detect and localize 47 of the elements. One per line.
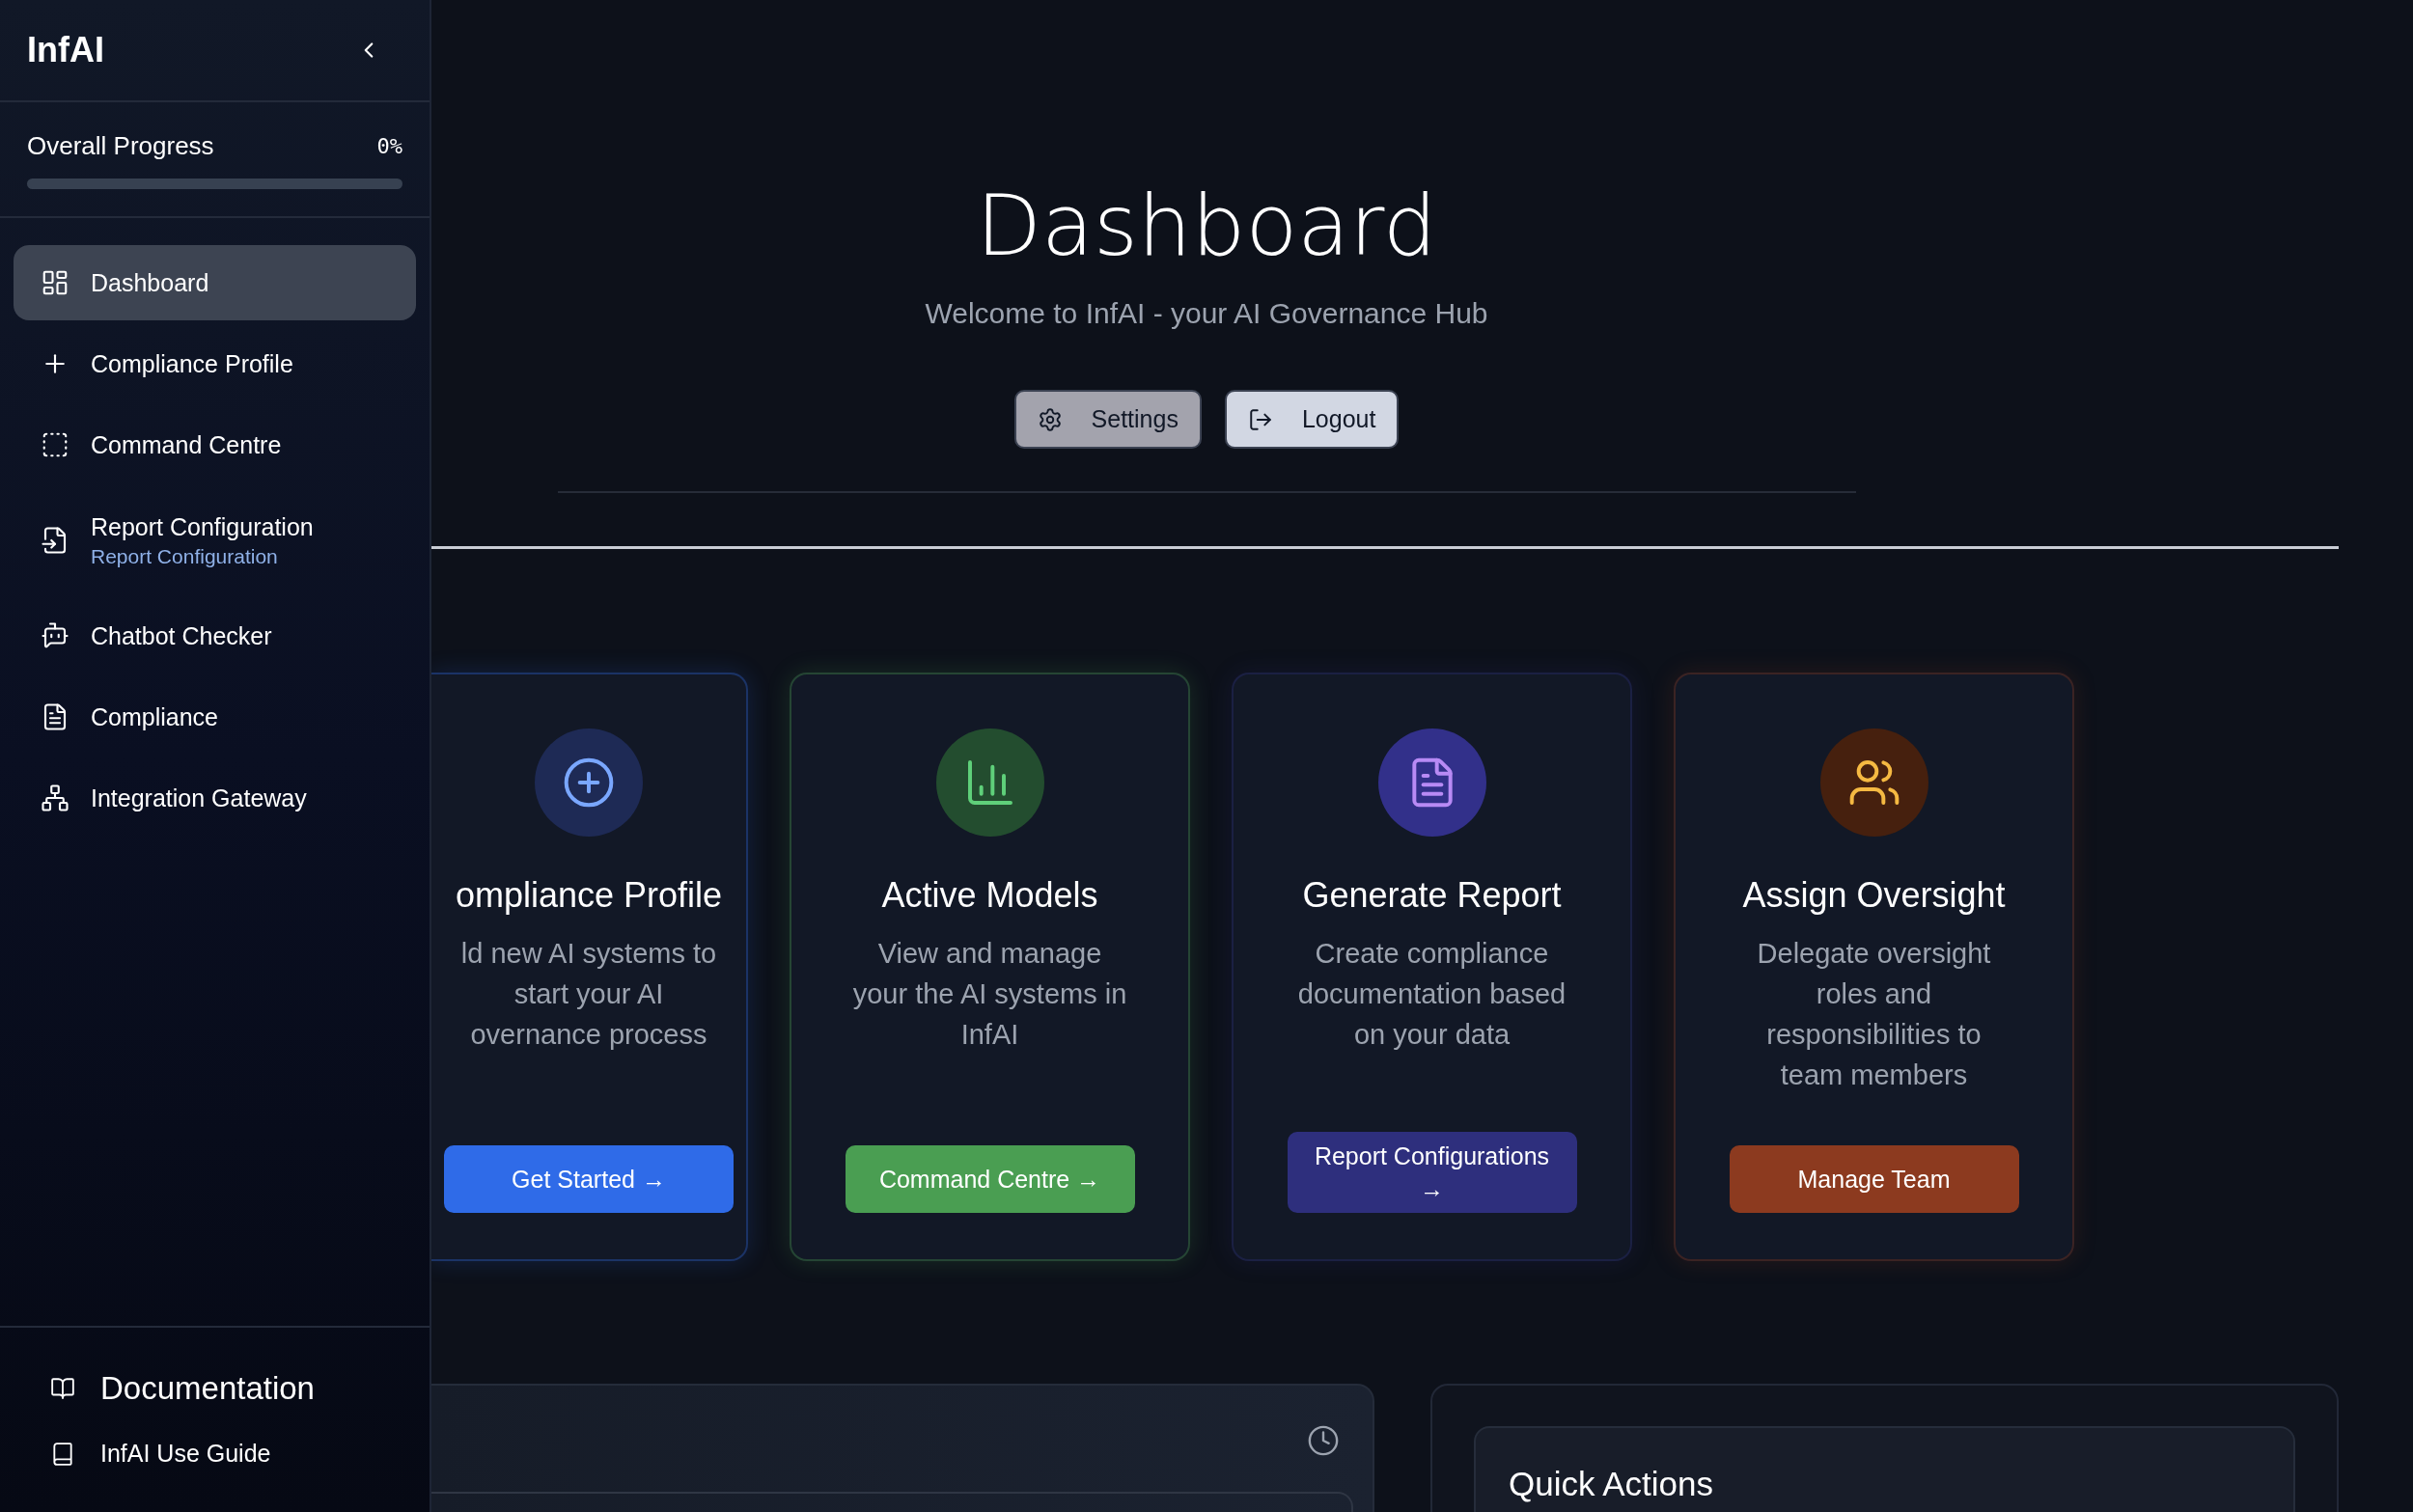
nav-label: Compliance <box>91 702 218 731</box>
nav-label: Report Configuration <box>91 512 314 541</box>
card-action-button[interactable]: Manage Team <box>1729 1145 2019 1213</box>
card-title: ompliance Profile <box>455 875 723 916</box>
open-book-icon <box>50 1376 75 1401</box>
footer-label: InfAI Use Guide <box>100 1440 271 1468</box>
card-action-button[interactable]: Get Started → <box>444 1145 734 1213</box>
settings-button[interactable]: Settings <box>1013 390 1202 449</box>
nav-label: Command Centre <box>91 430 282 459</box>
progress-label: Overall Progress <box>27 131 214 161</box>
logout-icon <box>1247 406 1273 432</box>
card-description: View and manage your the AI systems in InfAI <box>852 937 1127 1052</box>
brand-logo: InfAI <box>27 30 104 70</box>
nav-item[interactable]: Command Centre <box>14 407 416 482</box>
nav-label: Integration Gateway <box>91 783 307 812</box>
nav-item[interactable]: Integration Gateway <box>14 760 416 836</box>
dashed-square-icon <box>41 430 69 459</box>
nav-item[interactable]: Compliance Profile <box>14 326 416 401</box>
card-action-button[interactable]: Report Configurations → <box>1287 1132 1577 1213</box>
guide-link[interactable]: InfAI Use Guide <box>50 1440 430 1468</box>
page-title: Dashboard <box>976 183 1437 268</box>
nav-label: Chatbot Checker <box>91 621 272 650</box>
network-icon <box>41 783 69 812</box>
nav-label: Dashboard <box>91 268 209 297</box>
documentation-heading[interactable]: Documentation <box>50 1370 430 1407</box>
nav-item[interactable]: Report Configuration Report Configuration <box>14 488 416 592</box>
chatbot-icon <box>41 621 69 650</box>
nav-item[interactable]: Dashboard <box>14 245 416 320</box>
settings-icon <box>1037 406 1063 432</box>
quick-actions-title: Quick Actions <box>1509 1465 1715 1503</box>
nav-label: Compliance Profile <box>91 349 293 378</box>
nav-item[interactable]: Chatbot Checker <box>14 598 416 674</box>
dashboard-grid-icon <box>41 268 69 297</box>
card-title: Generate Report <box>1302 875 1562 916</box>
clock-icon <box>1307 1424 1340 1457</box>
progress-reading: 0% <box>376 134 402 158</box>
card-description: Delegate oversight roles and responsibilities to team members <box>1757 937 1991 1092</box>
card-description: Create compliance documentation based on your data <box>1297 937 1567 1052</box>
book-icon <box>50 1441 75 1467</box>
footer-label: Documentation <box>100 1370 315 1407</box>
card-title: Active Models <box>881 875 1098 916</box>
card-description: ld new AI systems to start your AI overnance process <box>460 937 717 1052</box>
nav-item[interactable]: Compliance <box>14 679 416 755</box>
logout-button[interactable]: Logout <box>1224 390 1400 449</box>
card-title: Assign Oversight <box>1742 875 2006 916</box>
page-subtitle: Welcome to InfAI - your AI Governance Hub <box>925 297 1488 330</box>
nav-sublabel: Report Configuration <box>91 544 279 568</box>
